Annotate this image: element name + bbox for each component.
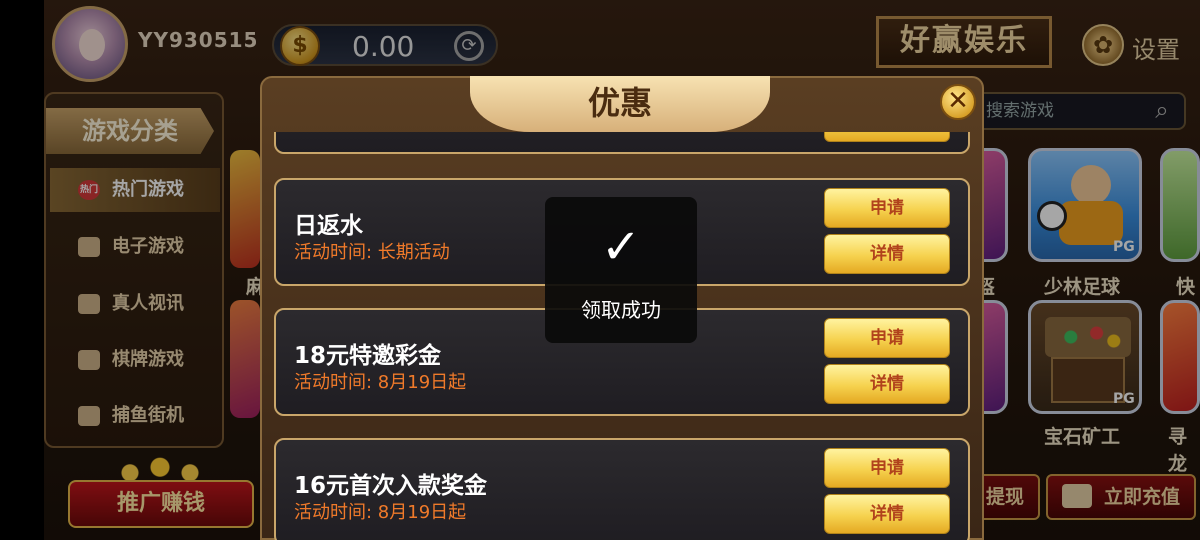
promotion-card: 16元首次入款奖金 活动时间: 8月19日起 申请 详情 [274,438,970,540]
detail-button[interactable]: 详情 [824,494,950,534]
promotion-time: 活动时间: 长期活动 [294,242,450,263]
detail-button[interactable]: 详情 [824,364,950,404]
promotion-title: 日返水 [294,213,363,239]
check-icon: ✓ [600,219,642,275]
close-icon[interactable]: ✕ [940,84,976,120]
promotion-title: 18元特邀彩金 [294,343,442,369]
toast-message: 领取成功 [581,298,661,322]
promotion-card-partial [274,132,970,154]
apply-button[interactable]: 申请 [824,318,950,358]
promotion-time: 活动时间: 8月19日起 [294,502,467,523]
detail-button-partial[interactable] [824,132,950,142]
detail-button[interactable]: 详情 [824,234,950,274]
promotion-time: 活动时间: 8月19日起 [294,372,467,393]
modal-title: 优惠 [470,76,770,132]
lobby-screen: YY930515 $ 0.00 ⟳ 好赢娱乐 ✿ 设置 游戏分类 热门 热门游戏… [0,0,1200,540]
apply-button[interactable]: 申请 [824,448,950,488]
apply-button[interactable]: 申请 [824,188,950,228]
promotion-title: 16元首次入款奖金 [294,473,488,499]
